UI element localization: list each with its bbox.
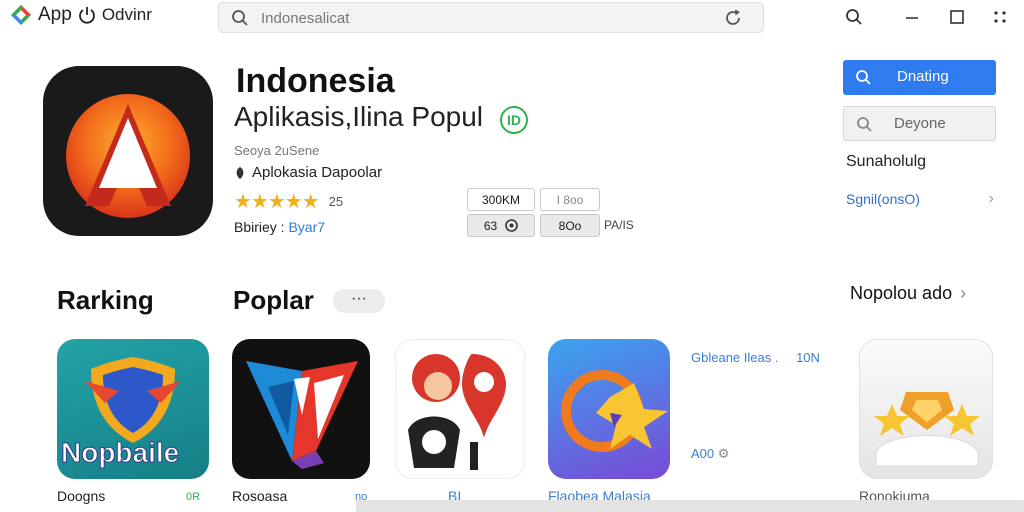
meta-line: Bbiriey : Byar7 [234,219,326,235]
secondary-button[interactable]: Deyone [843,106,996,141]
arrow-logo-icon [66,94,190,218]
download-icon [505,219,518,232]
more-options-button[interactable]: ··· [333,289,385,313]
app-tile-3[interactable] [395,339,525,479]
refresh-icon[interactable] [723,8,743,28]
promo-meta: A00 ⚙ [691,446,729,462]
chevron-right-icon: › [988,190,994,207]
see-all-label: Nopolou ado [850,283,953,303]
side-link[interactable]: Sgnil(onsO) › [846,190,996,211]
prism-logo-icon [246,361,358,469]
size-chip: 300KM [467,188,535,211]
developer-name[interactable]: Seoya 2uSene [234,143,319,158]
age-chip: 8Oo [540,214,600,237]
power-icon [78,7,95,24]
app-name: App [38,4,72,25]
search-icon [846,9,862,25]
side-section-label: Sunaholulg [846,153,927,170]
app-tile-2[interactable] [232,339,370,479]
popular-heading[interactable]: Poplar [233,285,314,316]
page-title: Indonesia [236,62,395,100]
leaf-icon [236,166,244,179]
app-tile-1[interactable]: Nopbaile [57,339,209,479]
app-tile-5[interactable] [859,339,993,479]
star-rating-icon: ★★★★★ [234,191,320,213]
maximize-button[interactable] [945,5,969,29]
verified-badge: ID [500,106,528,134]
page-subtitle: Aplikasis,Ilina Popul [234,101,484,132]
install-button[interactable]: Dnating [843,60,996,95]
chevron-right-icon: › [960,283,967,303]
grid-dots-icon [994,11,1006,23]
search-input[interactable] [261,7,711,29]
extra-info: PA/IS [604,218,634,232]
count-chip: 63 [467,214,535,237]
character-pin-icon [408,354,506,470]
badge-stars-icon [874,392,980,467]
minimize-icon [906,17,918,19]
tagline-text: Aplokasia Dapoolar [252,164,383,181]
promo-meta-text: A00 [691,446,715,461]
app-name-1[interactable]: Doogns [57,488,105,504]
search-icon [856,70,871,85]
horizontal-scrollbar[interactable] [356,500,1024,512]
secondary-label: Deyone [894,115,946,132]
app-tile-4[interactable] [548,339,670,479]
promo-count: 10N [796,350,820,365]
install-label: Dnating [897,68,949,85]
ranking-heading[interactable]: Rarking [57,285,154,316]
gem-logo-icon [11,5,31,25]
rating-row: ★★★★★ 25 [234,189,343,214]
meta-value[interactable]: Byar7 [288,219,325,235]
see-all-link[interactable]: Nopolou ado › [850,283,966,304]
featured-app-icon[interactable] [43,66,213,236]
promo-label: Gbleane Ileas . [691,350,779,365]
meta-label: Bbiriey [234,219,277,235]
top-bar: App Odvinr [0,0,1024,36]
search-icon [232,10,248,26]
gear-icon: ⚙ [717,446,730,461]
window-search-button[interactable] [842,5,866,29]
app-tagline: Aplokasia Dapoolar [234,164,382,181]
count-text: 63 [483,218,498,233]
minimize-button[interactable] [900,5,924,29]
app-brand[interactable]: App Odvinr [10,4,152,26]
search-icon [857,117,872,132]
search-bar[interactable] [218,2,764,33]
maximize-icon [950,10,964,24]
app-tag-1: 0R [186,491,201,503]
app-name-suffix: Odvinr [101,5,152,24]
menu-button[interactable] [988,5,1012,29]
app-name-2[interactable]: Rosoasa [232,488,287,504]
side-link-label: Sgnil(onsO) [846,191,920,207]
promo-text[interactable]: Gbleane Ileas . 10N [691,350,820,365]
rating-count: 25 [328,194,344,209]
app-tile-1-logo-text: Nopbaile [60,437,180,469]
version-chip: I 8oo [540,188,600,211]
star-ring-icon [561,370,668,452]
